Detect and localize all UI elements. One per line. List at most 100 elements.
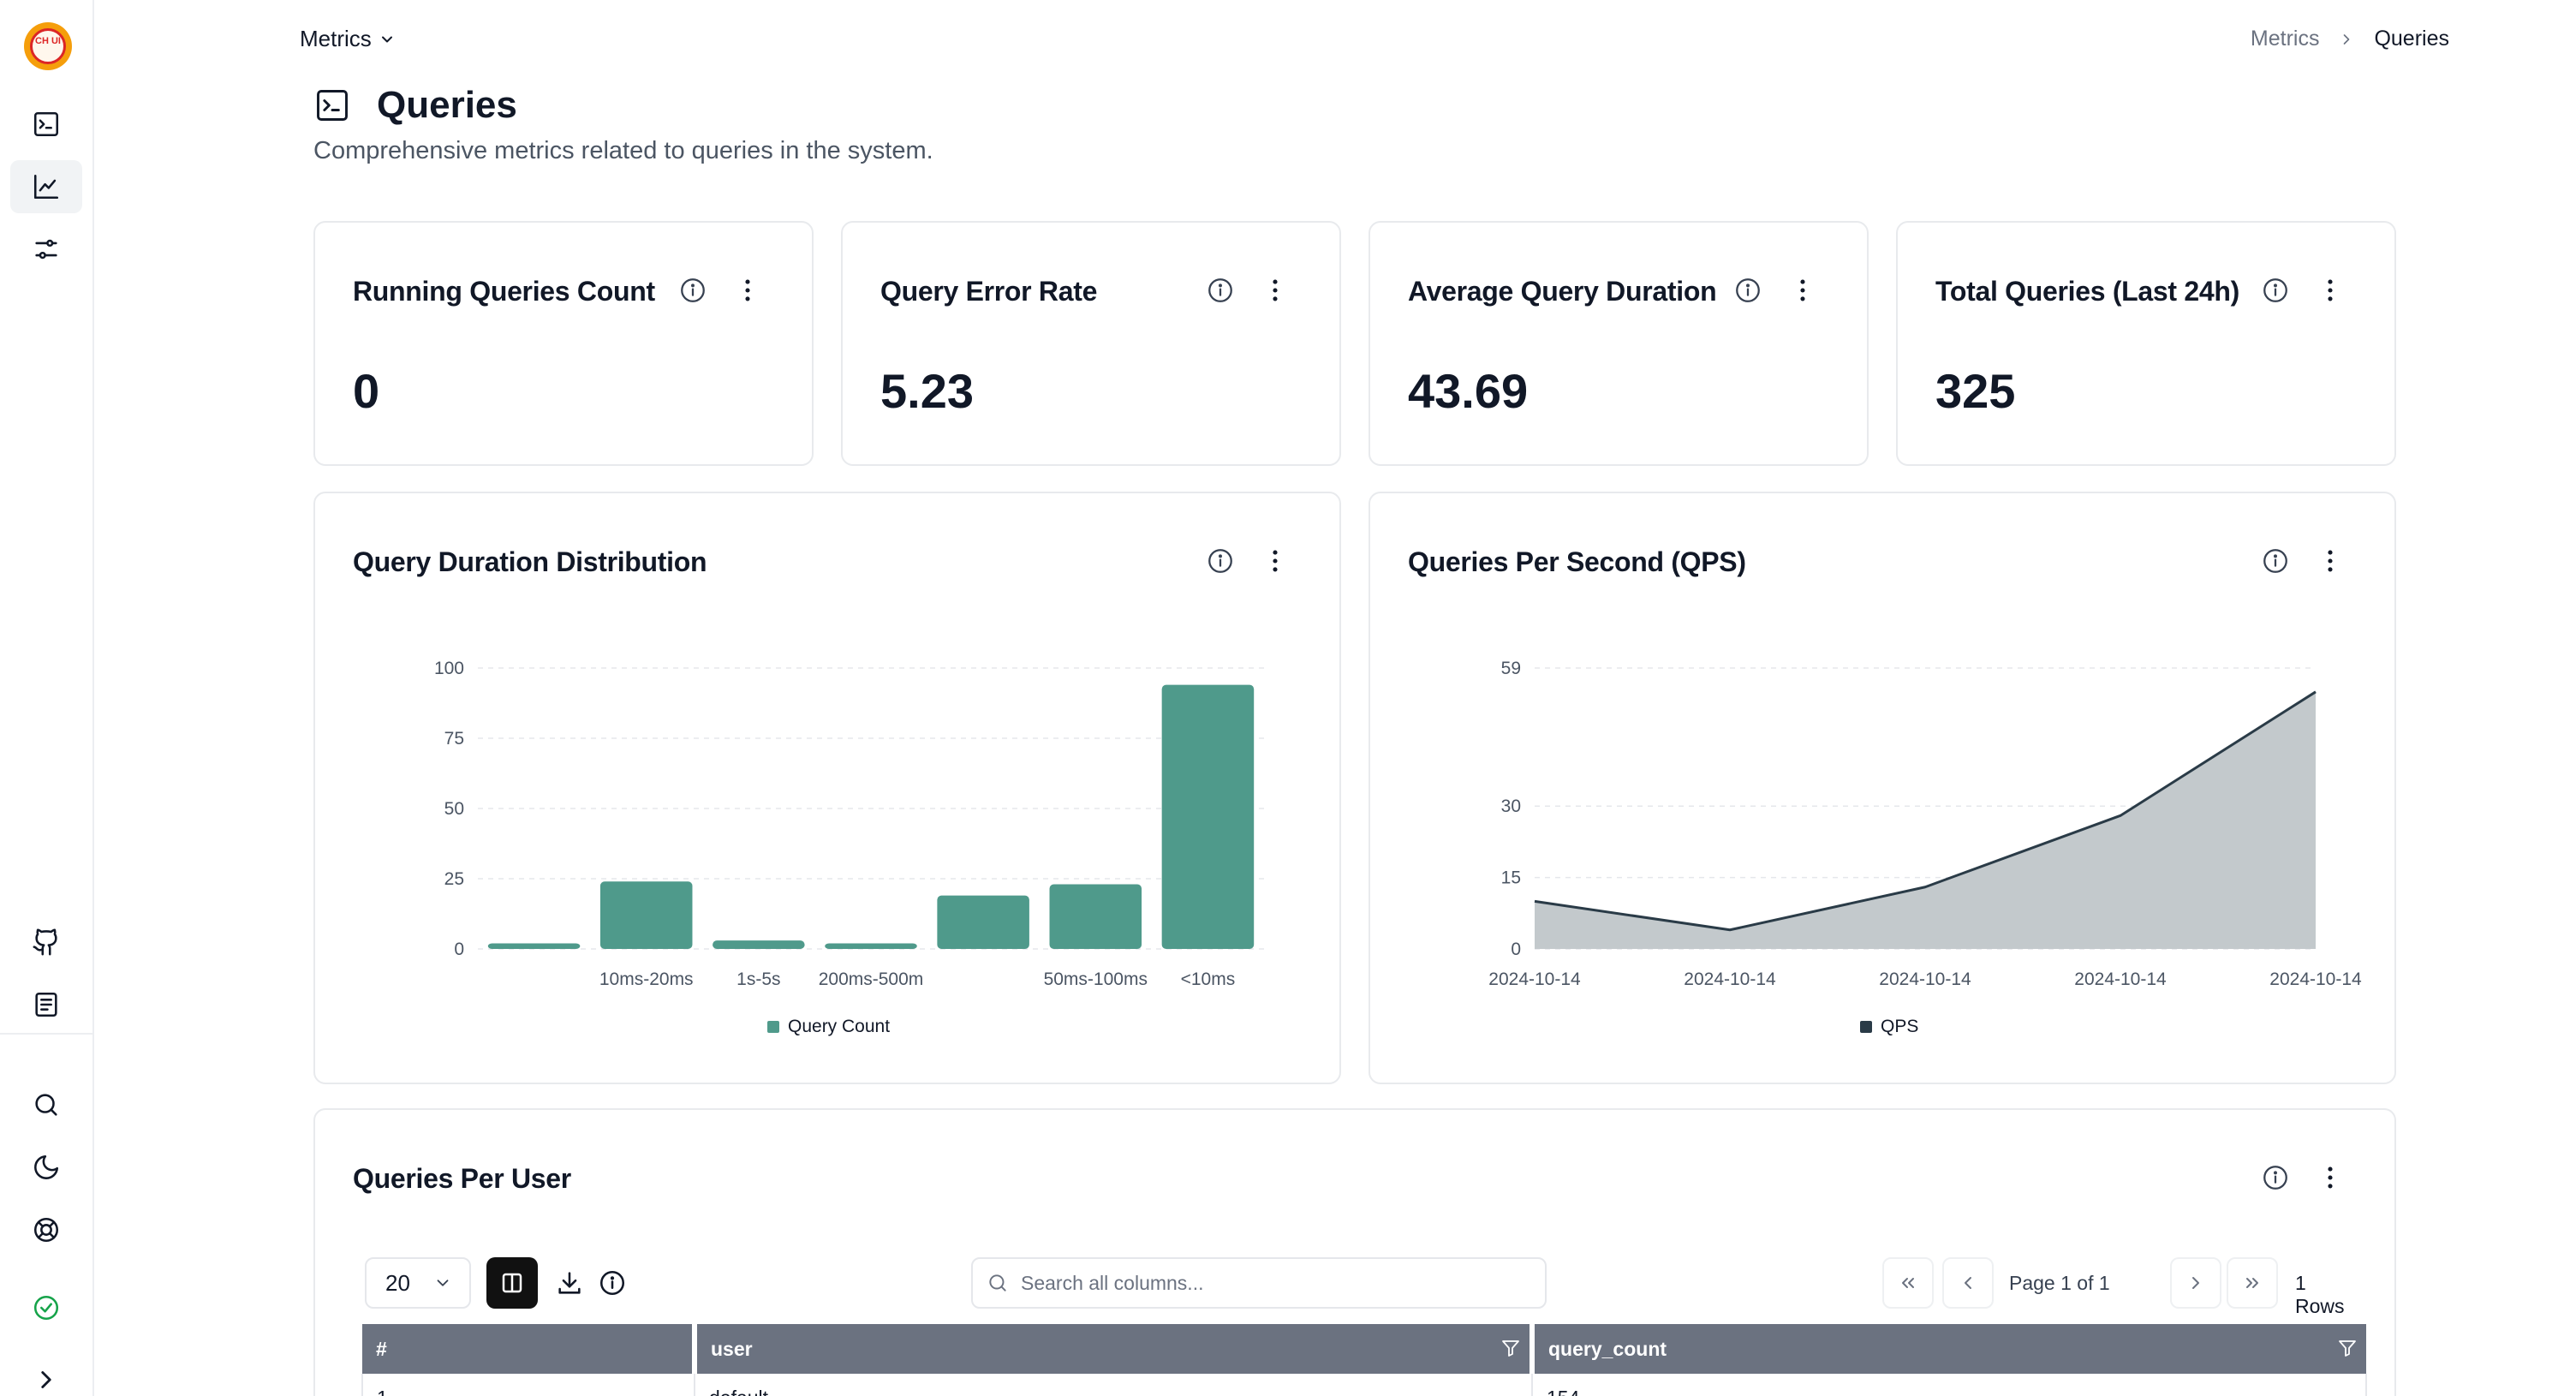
x-tick-label: 10ms-20ms <box>599 969 694 989</box>
column-header-label: # <box>376 1337 387 1360</box>
search-field[interactable] <box>971 1257 1547 1309</box>
lifebuoy-icon <box>33 1217 59 1243</box>
legend-swatch <box>1860 1021 1872 1033</box>
terminal-icon <box>317 90 348 121</box>
stat-value: 43.69 <box>1408 364 1529 418</box>
info-icon[interactable] <box>678 276 707 305</box>
column-header-index[interactable]: # <box>362 1324 697 1374</box>
area-fill <box>1535 691 2316 949</box>
search-input[interactable] <box>1021 1271 1535 1295</box>
page-size-select[interactable]: 20 <box>365 1257 471 1309</box>
info-icon[interactable] <box>2261 276 2290 305</box>
chevrons-right-icon <box>2246 1278 2258 1288</box>
y-tick-label: 0 <box>1511 940 1521 959</box>
chevron-down-icon <box>381 36 392 42</box>
moon-icon <box>34 1154 59 1179</box>
stat-title: Query Error Rate <box>880 276 1098 307</box>
app-logo[interactable]: CH UI <box>24 22 72 70</box>
stat-card-running-queries: Running Queries Count 0 <box>313 221 814 466</box>
check-circle-icon <box>33 1295 59 1321</box>
page-header: Queries <box>313 84 517 127</box>
chevron-down-icon <box>437 1280 449 1286</box>
info-icon[interactable] <box>1206 276 1235 305</box>
stat-value: 0 <box>353 364 380 418</box>
column-header-query-count[interactable]: query_count <box>1532 1324 2366 1374</box>
metrics-menu[interactable]: Metrics <box>300 26 396 52</box>
stat-card-total-queries: Total Queries (Last 24h) 325 <box>1896 221 2396 466</box>
bar-chart: 0 25 50 75 100 10ms-20ms 1s-5s 200ms-500m 50ms-… <box>434 659 1264 1036</box>
chart-card-qps: Queries Per Second (QPS) 0 15 30 59 2024-10… <box>1368 492 2396 1084</box>
previous-page-button[interactable] <box>1942 1257 1994 1309</box>
sidebar-item-support[interactable] <box>10 1203 82 1256</box>
y-tick-label: 59 <box>1501 659 1521 678</box>
info-icon[interactable] <box>598 1268 627 1298</box>
breadcrumb: Metrics Queries <box>2251 27 2449 51</box>
column-toggle-button[interactable] <box>486 1257 538 1309</box>
stat-card-query-error-rate: Query Error Rate 5.23 <box>841 221 1341 466</box>
sliders-icon <box>35 239 57 260</box>
x-tick-label: 1s-5s <box>736 969 780 989</box>
terminal-icon <box>33 111 59 137</box>
table-card-queries-per-user: Queries Per User 20 Page 1 of 1 <box>313 1108 2396 1396</box>
page-size-value: 20 <box>385 1269 410 1296</box>
cell-user: default <box>694 1374 1533 1396</box>
y-tick-label: 100 <box>434 659 464 678</box>
info-icon[interactable] <box>2261 1163 2290 1192</box>
y-tick-label: 25 <box>444 869 464 889</box>
stat-title: Average Query Duration <box>1408 276 1717 307</box>
bar <box>1049 884 1142 949</box>
more-vertical-icon[interactable] <box>2316 276 2345 305</box>
more-vertical-icon[interactable] <box>1261 276 1290 305</box>
more-vertical-icon[interactable] <box>2316 1163 2345 1192</box>
y-tick-label: 50 <box>444 799 464 819</box>
sidebar-item-github[interactable] <box>10 916 82 969</box>
cell-query-count: 154 <box>1531 1374 2367 1396</box>
sidebar-item-search[interactable] <box>10 1078 82 1131</box>
table-row[interactable]: 1 default 154 <box>361 1374 2367 1396</box>
breadcrumb-item-metrics[interactable]: Metrics <box>2251 27 2320 51</box>
sidebar-item-docs[interactable] <box>10 978 82 1031</box>
chevrons-left-icon <box>1902 1278 1914 1288</box>
column-header-user[interactable]: user <box>695 1324 1535 1374</box>
stat-value: 325 <box>1935 364 2016 418</box>
next-page-button[interactable] <box>2170 1257 2221 1309</box>
filter-icon[interactable] <box>2337 1338 2358 1358</box>
bar <box>713 940 805 949</box>
search-icon <box>989 1274 1006 1292</box>
search-icon <box>35 1094 57 1116</box>
sidebar-item-theme-toggle[interactable] <box>10 1141 82 1194</box>
info-icon[interactable] <box>1733 276 1762 305</box>
line-chart-icon <box>33 174 59 200</box>
more-vertical-icon[interactable] <box>733 276 762 305</box>
legend-swatch <box>767 1021 779 1033</box>
sidebar-item-settings[interactable] <box>10 223 82 276</box>
legend-label: Query Count <box>788 1017 890 1036</box>
stat-title: Total Queries (Last 24h) <box>1935 276 2239 307</box>
legend-label: QPS <box>1881 1017 1918 1036</box>
stat-title: Running Queries Count <box>353 276 655 307</box>
columns-icon <box>502 1273 522 1293</box>
rows-count: 1 Rows <box>2295 1272 2345 1317</box>
download-icon[interactable] <box>555 1268 584 1298</box>
chevron-left-icon <box>1965 1277 1971 1289</box>
sidebar-expand-button[interactable] <box>10 1353 82 1396</box>
filter-icon[interactable] <box>1500 1338 1521 1358</box>
x-tick-label: 2024-10-14 <box>1684 969 1776 989</box>
y-tick-label: 0 <box>454 940 464 959</box>
page-description: Comprehensive metrics related to queries… <box>313 137 933 164</box>
sidebar-item-metrics[interactable] <box>10 160 82 213</box>
cell-index: 1 <box>361 1374 695 1396</box>
stat-value: 5.23 <box>880 364 974 418</box>
sidebar-item-sql-editor[interactable] <box>10 98 82 151</box>
sidebar-item-connection-status[interactable] <box>10 1281 82 1334</box>
table-toolbar: 20 Page 1 of 1 1 Rows <box>365 1257 2345 1317</box>
last-page-button[interactable] <box>2227 1257 2278 1309</box>
chevron-right-icon <box>2344 33 2350 45</box>
chart-card-query-duration: Query Duration Distribution 0 25 50 75 100 1… <box>313 492 1341 1084</box>
x-tick-label: 200ms-500m <box>819 969 924 989</box>
x-tick-label: 2024-10-14 <box>2074 969 2167 989</box>
x-tick-label: <10ms <box>1181 969 1236 989</box>
first-page-button[interactable] <box>1882 1257 1934 1309</box>
chevron-right-icon <box>2192 1277 2199 1289</box>
more-vertical-icon[interactable] <box>1788 276 1817 305</box>
